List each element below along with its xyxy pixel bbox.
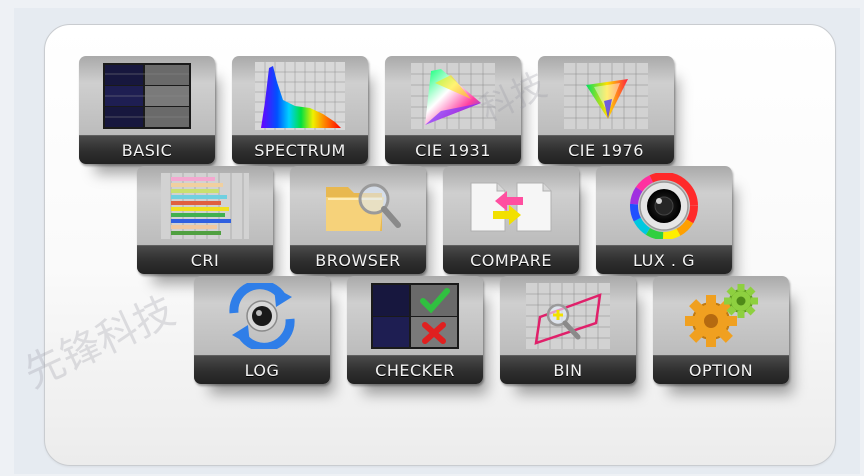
- tile-log[interactable]: LOG: [194, 276, 330, 384]
- tile-cri-label: CRI: [190, 250, 220, 270]
- tile-cie1976-label-bar: CIE 1976: [538, 135, 674, 164]
- cri-icon: [137, 166, 273, 246]
- tile-checker-label-bar: CHECKER: [347, 355, 483, 384]
- tile-luxg[interactable]: LUX . G: [596, 166, 732, 274]
- tile-spectrum[interactable]: SPECTRUM: [232, 56, 368, 164]
- compare-icon: [443, 166, 579, 246]
- tile-cri-label-bar: CRI: [137, 245, 273, 274]
- tile-checker-label: CHECKER: [375, 360, 455, 380]
- color-wheel-camera-icon: [596, 166, 732, 246]
- tile-bin[interactable]: BIN: [500, 276, 636, 384]
- check-cross-icon: [347, 276, 483, 356]
- tile-luxg-label: LUX . G: [633, 250, 695, 270]
- tile-log-label: LOG: [244, 360, 280, 380]
- tile-browser[interactable]: BROWSER: [290, 166, 426, 274]
- tile-log-label-bar: LOG: [194, 355, 330, 384]
- tile-spectrum-label: SPECTRUM: [254, 140, 346, 160]
- spectrum-icon: [232, 56, 368, 136]
- tile-compare-label: COMPARE: [470, 250, 552, 270]
- tile-cri[interactable]: CRI: [137, 166, 273, 274]
- gears-icon: [653, 276, 789, 356]
- tile-bin-label-bar: BIN: [500, 355, 636, 384]
- tile-option[interactable]: OPTION: [653, 276, 789, 384]
- tile-cie1976[interactable]: CIE 1976: [538, 56, 674, 164]
- tile-option-label: OPTION: [688, 360, 754, 380]
- tile-compare[interactable]: COMPARE: [443, 166, 579, 274]
- basic-icon: [79, 56, 215, 136]
- tile-browser-label-bar: BROWSER: [290, 245, 426, 274]
- tile-checker[interactable]: CHECKER: [347, 276, 483, 384]
- tile-basic-label-bar: BASIC: [79, 135, 215, 164]
- tile-compare-label-bar: COMPARE: [443, 245, 579, 274]
- cie1931-icon: [385, 56, 521, 136]
- sync-camera-icon: [194, 276, 330, 356]
- tile-spectrum-label-bar: SPECTRUM: [232, 135, 368, 164]
- tile-cie1931-label-bar: CIE 1931: [385, 135, 521, 164]
- tile-bin-label: BIN: [553, 360, 583, 380]
- tile-cie1931-label: CIE 1931: [415, 140, 491, 160]
- tile-basic-label: BASIC: [121, 140, 173, 160]
- tile-cie1931[interactable]: CIE 1931: [385, 56, 521, 164]
- tile-option-label-bar: OPTION: [653, 355, 789, 384]
- folder-search-icon: [290, 166, 426, 246]
- tile-basic[interactable]: BASIC: [79, 56, 215, 164]
- tile-cie1976-label: CIE 1976: [568, 140, 644, 160]
- tile-browser-label: BROWSER: [315, 250, 401, 270]
- cie1976-icon: [538, 56, 674, 136]
- tile-luxg-label-bar: LUX . G: [596, 245, 732, 274]
- bin-area-icon: [500, 276, 636, 356]
